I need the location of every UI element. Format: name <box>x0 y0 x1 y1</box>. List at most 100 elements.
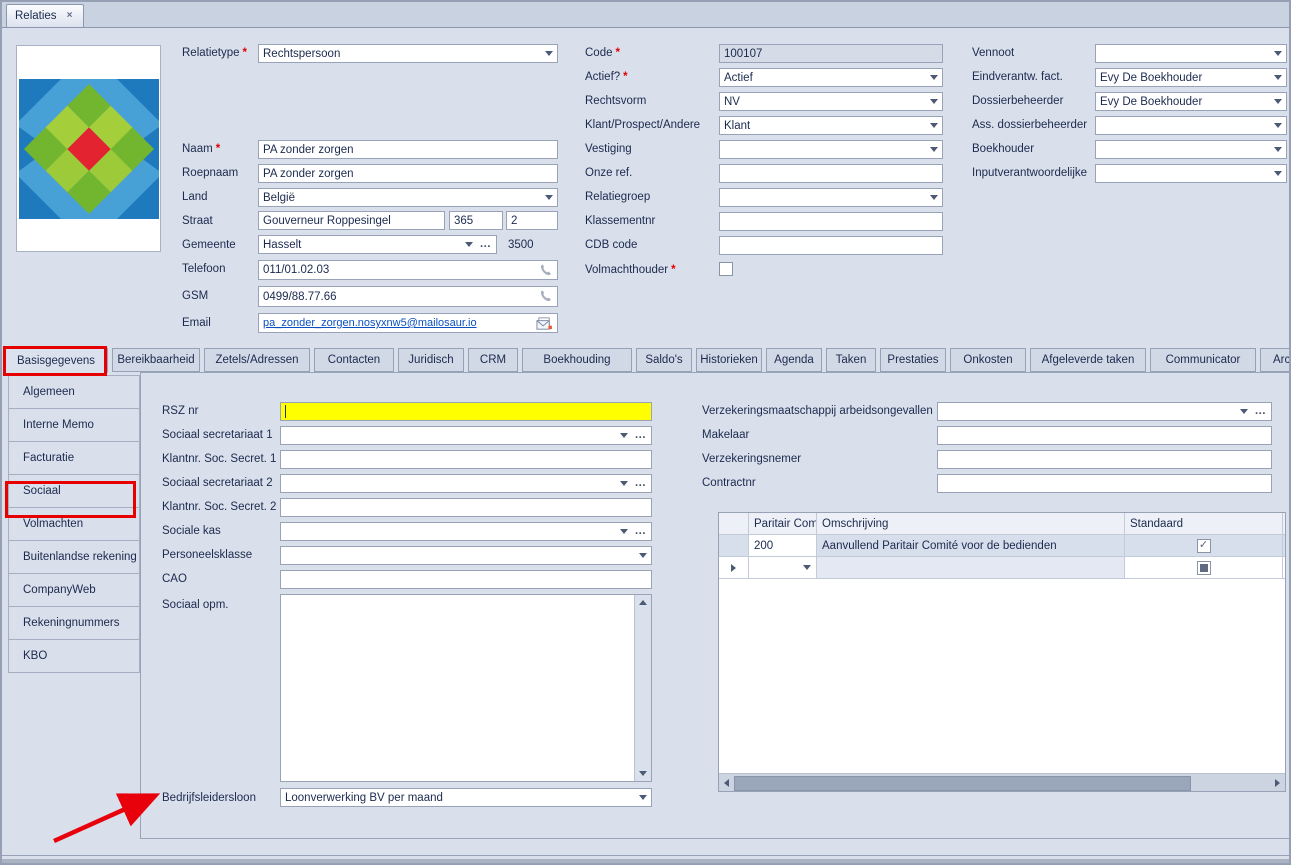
klassementnr-input[interactable] <box>719 212 943 231</box>
tab-prestaties[interactable]: Prestaties <box>880 348 946 372</box>
tab-agenda[interactable]: Agenda <box>766 348 822 372</box>
verzekeringsnemer-input[interactable] <box>937 450 1272 469</box>
naam-input[interactable]: PA zonder zorgen <box>258 140 558 159</box>
sidebar-item-algemeen[interactable]: Algemeen <box>8 375 140 409</box>
ellipsis-button[interactable]: … <box>635 526 648 538</box>
sidebar-item-buitenlandse-rekening[interactable]: Buitenlandse rekening <box>8 540 140 574</box>
contractnr-input[interactable] <box>937 474 1272 493</box>
grid-row1-omschrijving[interactable]: Aanvullend Paritair Comité voor de bedie… <box>817 535 1125 556</box>
ellipsis-button[interactable]: … <box>1255 406 1268 418</box>
chevron-down-icon <box>620 529 628 534</box>
grid-row1-standaard[interactable]: ✓ <box>1125 535 1283 556</box>
ellipsis-button[interactable]: … <box>635 430 648 442</box>
scroll-right-button[interactable] <box>1270 775 1285 790</box>
scroll-down-button[interactable] <box>635 766 650 781</box>
cdb-code-input[interactable] <box>719 236 943 255</box>
tab-juridisch[interactable]: Juridisch <box>398 348 464 372</box>
tab-relaties[interactable]: Relaties × <box>6 4 84 27</box>
roepnaam-input[interactable]: PA zonder zorgen <box>258 164 558 183</box>
bus-input[interactable]: 2 <box>506 211 558 230</box>
checkbox-indeterminate-icon[interactable] <box>1197 561 1211 575</box>
inputverantwoordelijke-dropdown[interactable] <box>1095 164 1287 183</box>
grid-horizontal-scrollbar[interactable] <box>719 773 1285 791</box>
telefoon-input[interactable]: 011/01.02.03 <box>258 260 558 280</box>
scroll-up-button[interactable] <box>635 595 650 610</box>
sociale-kas-dropdown[interactable]: … <box>280 522 652 541</box>
tab-historieken[interactable]: Historieken <box>696 348 762 372</box>
tab-afgeleverde-taken[interactable]: Afgeleverde taken <box>1030 348 1146 372</box>
grid-header-standaard[interactable]: Standaard <box>1125 513 1283 534</box>
sociaal-opm-textarea[interactable] <box>280 594 652 782</box>
volmachthouder-checkbox[interactable] <box>719 262 733 276</box>
sociaal-secretariaat1-dropdown[interactable]: … <box>280 426 652 445</box>
ellipsis-button[interactable]: … <box>635 478 648 490</box>
huisnummer-input[interactable]: 365 <box>449 211 503 230</box>
scroll-left-button[interactable] <box>719 775 734 790</box>
sidebar-item-volmachten[interactable]: Volmachten <box>8 507 140 541</box>
boekhouder-dropdown[interactable] <box>1095 140 1287 159</box>
tab-onkosten[interactable]: Onkosten <box>950 348 1026 372</box>
grid-row1-paritair[interactable]: 200 <box>749 535 817 556</box>
tab-archief-truncated[interactable]: Arc <box>1260 348 1291 372</box>
tab-basisgegevens[interactable]: Basisgegevens <box>4 348 108 373</box>
ellipsis-button[interactable]: … <box>480 239 493 251</box>
vertical-scrollbar[interactable] <box>634 595 651 781</box>
tab-crm[interactable]: CRM <box>468 348 518 372</box>
dossierbeheerder-dropdown[interactable]: Evy De Boekhouder <box>1095 92 1287 111</box>
phone-icon[interactable] <box>538 289 553 304</box>
grid-header-paritair-comite[interactable]: Paritair Comité <box>749 513 817 534</box>
straat-input[interactable]: Gouverneur Roppesingel <box>258 211 445 230</box>
grid-row-1[interactable]: 200 Aanvullend Paritair Comité voor de b… <box>719 535 1285 557</box>
cao-input[interactable] <box>280 570 652 589</box>
sidebar-item-sociaal[interactable]: Sociaal <box>8 474 140 508</box>
land-dropdown[interactable]: België <box>258 188 558 207</box>
vestiging-label: Vestiging <box>585 143 632 155</box>
sidebar-item-kbo[interactable]: KBO <box>8 639 140 673</box>
grid-new-row[interactable] <box>719 557 1285 579</box>
grid-newrow-standaard[interactable] <box>1125 557 1283 578</box>
sidebar-item-interne-memo[interactable]: Interne Memo <box>8 408 140 442</box>
send-email-icon[interactable] <box>536 317 553 330</box>
sidebar-item-facturatie[interactable]: Facturatie <box>8 441 140 475</box>
klant-prospect-dropdown[interactable]: Klant <box>719 116 943 135</box>
relatiegroep-dropdown[interactable] <box>719 188 943 207</box>
email-link[interactable]: pa_zonder_zorgen.nosyxnw5@mailosaur.io <box>263 317 477 329</box>
tab-bereikbaarheid[interactable]: Bereikbaarheid <box>112 348 200 372</box>
vestiging-dropdown[interactable] <box>719 140 943 159</box>
grid-newrow-paritair-dropdown[interactable] <box>749 557 817 578</box>
tab-communicator[interactable]: Communicator <box>1150 348 1256 372</box>
klantnr-soc-secret2-input[interactable] <box>280 498 652 517</box>
required-asterisk: * <box>243 47 247 59</box>
gemeente-dropdown[interactable]: Hasselt… <box>258 235 497 254</box>
eindverantw-dropdown[interactable]: Evy De Boekhouder <box>1095 68 1287 87</box>
sociaal-secretariaat2-dropdown[interactable]: … <box>280 474 652 493</box>
close-icon[interactable]: × <box>67 11 73 21</box>
grid-header-omschrijving[interactable]: Omschrijving <box>817 513 1125 534</box>
tab-boekhouding[interactable]: Boekhouding <box>522 348 632 372</box>
scrollbar-thumb[interactable] <box>734 776 1191 791</box>
tab-zetels-adressen[interactable]: Zetels/Adressen <box>204 348 310 372</box>
relatietype-dropdown[interactable]: Rechtspersoon <box>258 44 558 63</box>
checkbox-checked-icon[interactable]: ✓ <box>1197 539 1211 553</box>
klantnr-soc-secret1-input[interactable] <box>280 450 652 469</box>
rechtsvorm-dropdown[interactable]: NV <box>719 92 943 111</box>
inputverantwoordelijke-label: Inputverantwoordelijke <box>972 167 1087 179</box>
tab-taken[interactable]: Taken <box>826 348 876 372</box>
phone-icon[interactable] <box>538 263 553 278</box>
verzekering-dropdown[interactable]: … <box>937 402 1272 421</box>
gsm-input[interactable]: 0499/88.77.66 <box>258 286 558 307</box>
ass-dossierbeheerder-dropdown[interactable] <box>1095 116 1287 135</box>
makelaar-input[interactable] <box>937 426 1272 445</box>
tab-contacten[interactable]: Contacten <box>314 348 394 372</box>
personeelsklasse-dropdown[interactable] <box>280 546 652 565</box>
onze-ref-input[interactable] <box>719 164 943 183</box>
bedrijfsleidersloon-dropdown[interactable]: Loonverwerking BV per maand <box>280 788 652 807</box>
actief-dropdown[interactable]: Actief <box>719 68 943 87</box>
tab-saldos[interactable]: Saldo's <box>636 348 692 372</box>
vennoot-dropdown[interactable] <box>1095 44 1287 63</box>
sidebar-item-companyweb[interactable]: CompanyWeb <box>8 573 140 607</box>
sidebar-item-rekeningnummers[interactable]: Rekeningnummers <box>8 606 140 640</box>
email-field[interactable]: pa_zonder_zorgen.nosyxnw5@mailosaur.io <box>258 313 558 333</box>
grid-newrow-omschrijving[interactable] <box>817 557 1125 578</box>
rsz-input[interactable] <box>280 402 652 421</box>
